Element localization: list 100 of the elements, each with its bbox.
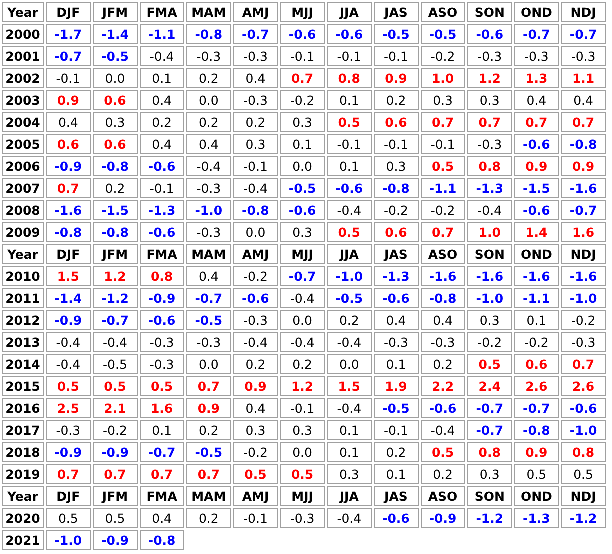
- anomaly-cell: -0.8: [514, 420, 560, 440]
- anomaly-cell: -1.1: [140, 24, 184, 44]
- anomaly-cell: -0.7: [467, 420, 512, 440]
- anomaly-cell: 0.0: [326, 354, 372, 374]
- anomaly-cell: -0.3: [233, 90, 278, 110]
- anomaly-cell: -0.4: [186, 156, 232, 176]
- anomaly-cell: -0.4: [46, 332, 91, 352]
- anomaly-cell: 1.2: [92, 266, 138, 286]
- anomaly-cell: 0.7: [186, 464, 232, 484]
- anomaly-cell: 0.1: [140, 420, 184, 440]
- anomaly-cell: 0.3: [326, 464, 372, 484]
- anomaly-cell: -0.4: [326, 200, 372, 220]
- anomaly-cell: -1.6: [467, 266, 512, 286]
- anomaly-cell: 0.7: [420, 222, 466, 242]
- anomaly-cell: 0.3: [374, 156, 419, 176]
- anomaly-cell: -0.2: [420, 200, 466, 220]
- anomaly-cell: -0.6: [374, 288, 419, 308]
- anomaly-cell: 0.7: [140, 464, 184, 484]
- year-cell: 2008: [2, 200, 44, 220]
- anomaly-cell: -0.1: [46, 68, 91, 88]
- anomaly-cell: 0.0: [186, 354, 232, 374]
- anomaly-cell: 0.4: [140, 508, 184, 528]
- anomaly-cell: 0.5: [420, 156, 466, 176]
- anomaly-cell: -0.6: [374, 508, 419, 528]
- column-header: MJJ: [280, 244, 325, 264]
- anomaly-cell: -0.1: [233, 156, 278, 176]
- anomaly-cell: 0.4: [140, 134, 184, 154]
- anomaly-cell: 0.4: [514, 90, 560, 110]
- anomaly-cell: -0.1: [280, 398, 325, 418]
- year-cell: 2019: [2, 464, 44, 484]
- anomaly-cell: -0.3: [186, 222, 232, 242]
- anomaly-cell: -1.0: [561, 288, 606, 308]
- anomaly-cell: -0.7: [186, 288, 232, 308]
- anomaly-cell: -0.4: [46, 354, 91, 374]
- anomaly-cell: -0.8: [420, 288, 466, 308]
- anomaly-cell: 2.6: [514, 376, 560, 396]
- anomaly-cell: -0.2: [233, 266, 278, 286]
- anomaly-cell: -0.2: [514, 332, 560, 352]
- column-header: Year: [2, 2, 44, 22]
- anomaly-cell: -0.9: [46, 156, 91, 176]
- anomaly-cell: -0.8: [92, 156, 138, 176]
- anomaly-cell: -0.9: [92, 530, 138, 550]
- anomaly-cell: 0.6: [92, 90, 138, 110]
- anomaly-cell: 0.9: [46, 90, 91, 110]
- anomaly-cell: 0.8: [326, 68, 372, 88]
- year-cell: 2014: [2, 354, 44, 374]
- anomaly-cell: -0.4: [233, 332, 278, 352]
- anomaly-cell: 1.6: [561, 222, 606, 242]
- anomaly-cell: 0.1: [280, 134, 325, 154]
- anomaly-cell: 0.0: [280, 156, 325, 176]
- anomaly-cell: -1.4: [92, 24, 138, 44]
- anomaly-cell: 0.4: [233, 398, 278, 418]
- anomaly-cell: -0.3: [514, 46, 560, 66]
- anomaly-cell: 0.0: [280, 442, 325, 462]
- anomaly-cell: -1.3: [140, 200, 184, 220]
- anomaly-cell: 0.6: [374, 222, 419, 242]
- anomaly-cell: 1.3: [514, 68, 560, 88]
- anomaly-cell: 0.1: [140, 68, 184, 88]
- anomaly-cell: 0.3: [233, 420, 278, 440]
- anomaly-cell: -0.2: [374, 200, 419, 220]
- anomaly-cell: -0.6: [140, 222, 184, 242]
- anomaly-cell: 0.7: [46, 178, 91, 198]
- anomaly-cell: 0.0: [186, 90, 232, 110]
- column-header: OND: [514, 244, 560, 264]
- column-header: SON: [467, 244, 512, 264]
- anomaly-cell: -0.5: [280, 178, 325, 198]
- anomaly-cell: 0.7: [514, 112, 560, 132]
- anomaly-cell: -0.6: [514, 134, 560, 154]
- anomaly-cell: -1.2: [467, 508, 512, 528]
- anomaly-cell: 0.3: [280, 420, 325, 440]
- column-header: JJA: [326, 244, 372, 264]
- column-header: JAS: [374, 486, 419, 506]
- anomaly-cell: 0.3: [280, 222, 325, 242]
- anomaly-cell: -0.7: [514, 24, 560, 44]
- anomaly-cell: 1.0: [467, 222, 512, 242]
- year-cell: 2002: [2, 68, 44, 88]
- anomaly-cell: -0.3: [186, 46, 232, 66]
- year-cell: 2010: [2, 266, 44, 286]
- anomaly-cell: -0.4: [140, 46, 184, 66]
- anomaly-cell: 0.3: [467, 90, 512, 110]
- anomaly-cell: 0.2: [186, 68, 232, 88]
- anomaly-cell: -0.7: [46, 46, 91, 66]
- column-header: DJF: [46, 244, 91, 264]
- anomaly-cell: -0.8: [92, 222, 138, 242]
- anomaly-cell: 0.1: [326, 90, 372, 110]
- anomaly-cell: -0.3: [140, 332, 184, 352]
- year-cell: 2011: [2, 288, 44, 308]
- anomaly-cell: -0.3: [233, 310, 278, 330]
- anomaly-cell: -0.5: [186, 310, 232, 330]
- anomaly-cell: 0.2: [186, 508, 232, 528]
- anomaly-cell: -0.5: [374, 398, 419, 418]
- anomaly-cell: 0.7: [420, 112, 466, 132]
- anomaly-cell: 0.1: [514, 310, 560, 330]
- column-header: OND: [514, 486, 560, 506]
- year-cell: 2004: [2, 112, 44, 132]
- anomaly-cell: -0.6: [280, 200, 325, 220]
- anomaly-cell: -0.2: [92, 420, 138, 440]
- anomaly-cell: -0.3: [140, 354, 184, 374]
- anomaly-cell: -0.3: [374, 332, 419, 352]
- anomaly-cell: 2.2: [420, 376, 466, 396]
